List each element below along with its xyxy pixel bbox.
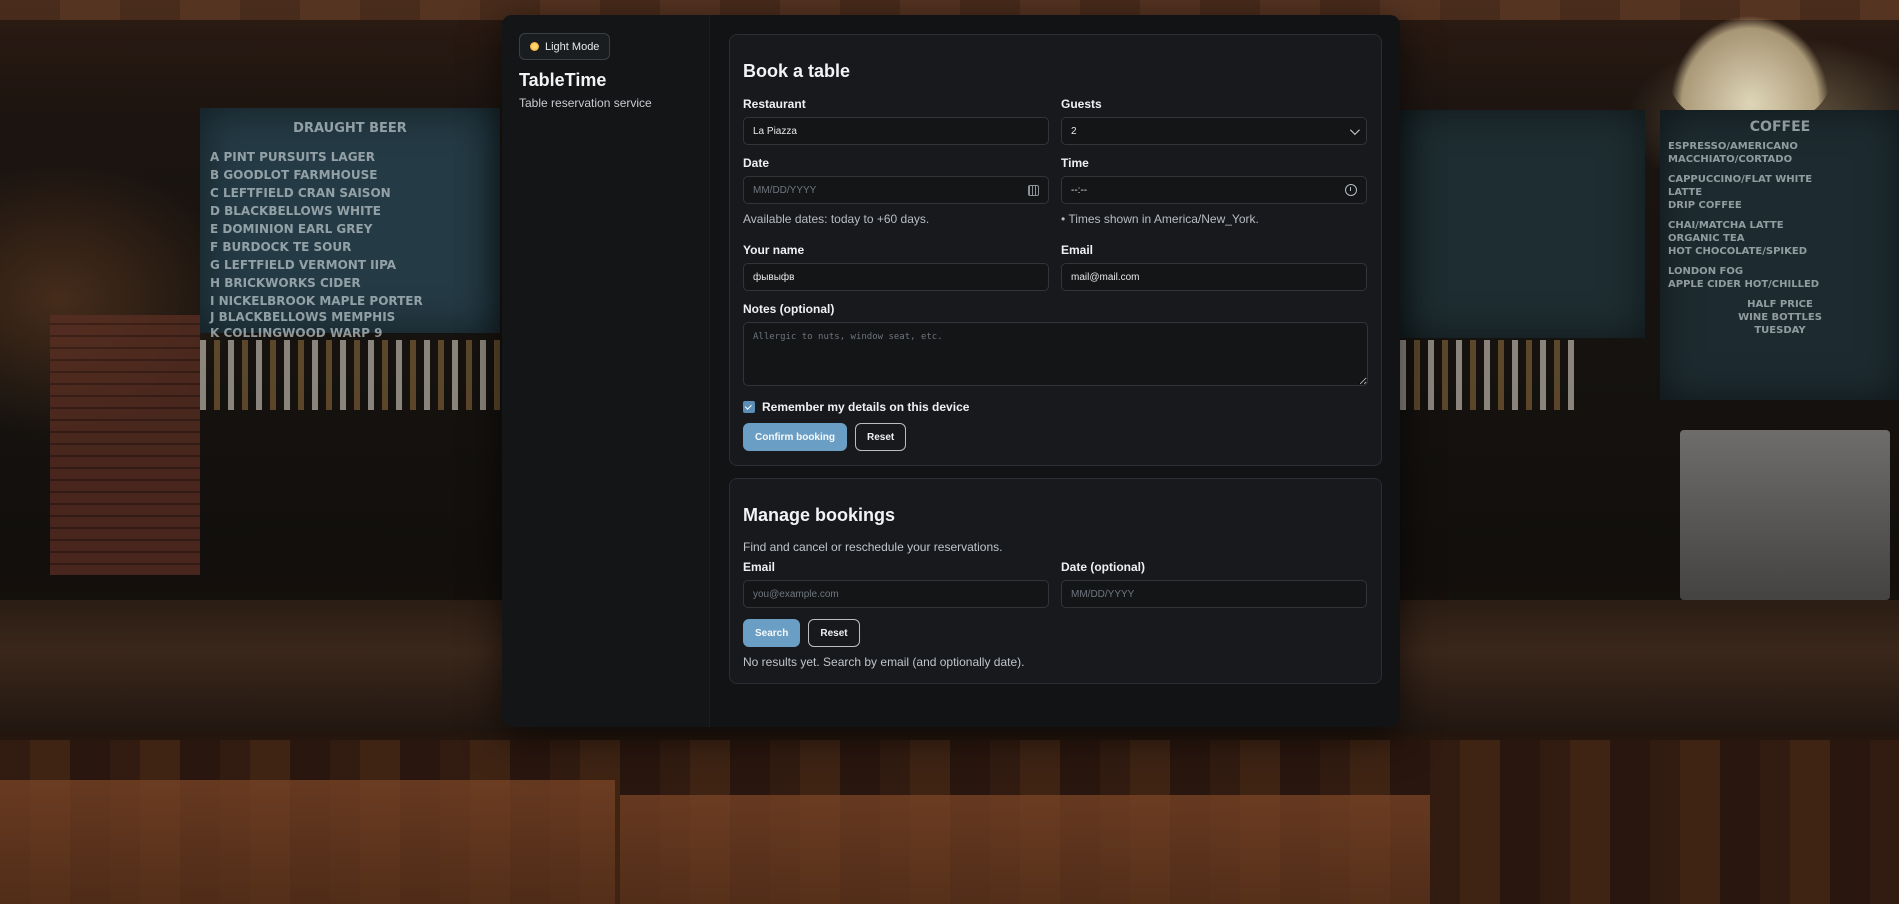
- time-input[interactable]: --:--: [1061, 176, 1367, 204]
- manage-actions: Search Reset: [743, 619, 1368, 647]
- bottle-shelf: [1400, 340, 1580, 410]
- chevron-down-icon: [1349, 124, 1360, 135]
- notes-textarea[interactable]: [743, 322, 1368, 386]
- coffee-board-title: COFFEE: [1749, 119, 1811, 135]
- sun-icon: [530, 42, 539, 51]
- coffee-board-line: MACCHIATO/CORTADO: [1668, 154, 1793, 165]
- coffee-board-line: CAPPUCCINO/FLAT WHITE: [1668, 174, 1813, 185]
- manage-email-placeholder: you@example.com: [753, 588, 839, 600]
- manage-bookings-card: Manage bookings Find and cancel or resch…: [729, 478, 1382, 684]
- beer-board-line: H BRICKWORKS CIDER: [210, 276, 361, 290]
- coffee-board-line: LATTE: [1668, 187, 1703, 198]
- coffee-menu-board: COFFEE ESPRESSO/AMERICANO MACCHIATO/CORT…: [1660, 110, 1899, 400]
- app-brand: TableTime: [519, 70, 607, 90]
- time-hint: • Times shown in America/New_York.: [1061, 212, 1259, 226]
- restaurant-field: Restaurant La Piazza: [743, 97, 1049, 145]
- email-input[interactable]: mail@mail.com: [1061, 263, 1367, 291]
- manage-bookings-title: Manage bookings: [743, 505, 896, 525]
- notes-field: Notes (optional): [743, 302, 1368, 386]
- manage-email-field: Email you@example.com: [743, 560, 1049, 608]
- time-label: Time: [1061, 156, 1089, 170]
- name-input[interactable]: фывыфв: [743, 263, 1049, 291]
- confirm-booking-button[interactable]: Confirm booking: [743, 423, 847, 451]
- email-label: Email: [1061, 243, 1094, 257]
- name-value: фывыфв: [753, 271, 795, 283]
- bottle-shelf: [200, 340, 500, 410]
- sidebar: Light Mode TableTime Table reservation s…: [502, 15, 710, 727]
- book-actions: Confirm booking Reset: [743, 423, 1368, 451]
- espresso-machine: [1680, 430, 1890, 600]
- beer-board-line: B GOODLOT FARMHOUSE: [210, 168, 378, 182]
- time-placeholder: --:--: [1071, 184, 1088, 196]
- email-value: mail@mail.com: [1071, 271, 1140, 283]
- manage-email-input[interactable]: you@example.com: [743, 580, 1049, 608]
- coffee-board-line: HALF PRICE: [1747, 299, 1813, 310]
- restaurant-label: Restaurant: [743, 97, 806, 111]
- restaurant-value: La Piazza: [753, 125, 797, 137]
- beer-board-line: A PINT PURSUITS LAGER: [210, 150, 375, 164]
- guests-value: 2: [1071, 125, 1077, 137]
- calendar-icon[interactable]: [1028, 184, 1039, 196]
- date-field: Date MM/DD/YYYY Available dates: today t…: [743, 156, 1049, 226]
- wood-plank: [0, 780, 615, 904]
- no-results-text: No results yet. Search by email (and opt…: [743, 655, 1025, 669]
- manage-date-label: Date (optional): [1061, 560, 1145, 574]
- guests-select[interactable]: 2: [1061, 117, 1367, 145]
- reset-booking-button[interactable]: Reset: [855, 423, 907, 451]
- remember-row[interactable]: Remember my details on this device: [743, 400, 1368, 414]
- coffee-board-line: WINE BOTTLES: [1738, 312, 1822, 323]
- name-field: Your name фывыфв: [743, 243, 1049, 291]
- guests-field: Guests 2: [1061, 97, 1367, 145]
- date-label: Date: [743, 156, 770, 170]
- manage-email-label: Email: [743, 560, 776, 574]
- date-hint: Available dates: today to +60 days.: [743, 212, 930, 226]
- notes-label: Notes (optional): [743, 302, 835, 316]
- brick-wall: [50, 315, 200, 575]
- manage-bookings-subtitle: Find and cancel or reschedule your reser…: [743, 540, 1003, 554]
- beer-board-line: G LEFTFIELD VERMONT IIPA: [210, 258, 397, 272]
- beer-board-line: C LEFTFIELD CRAN SAISON: [210, 186, 391, 200]
- date-placeholder: MM/DD/YYYY: [753, 184, 817, 196]
- remember-checkbox[interactable]: [743, 401, 755, 413]
- date-input[interactable]: MM/DD/YYYY: [743, 176, 1049, 204]
- reset-search-button[interactable]: Reset: [808, 619, 860, 647]
- coffee-board-line: ESPRESSO/AMERICANO: [1668, 141, 1798, 152]
- manage-date-input[interactable]: MM/DD/YYYY: [1061, 580, 1367, 608]
- manage-date-field: Date (optional) MM/DD/YYYY: [1061, 560, 1367, 608]
- coffee-board-line: TUESDAY: [1754, 325, 1806, 336]
- app-tagline: Table reservation service: [519, 96, 652, 110]
- coffee-board-line: APPLE CIDER HOT/CHILLED: [1668, 279, 1820, 290]
- beer-chalkboard: DRAUGHT BEER A PINT PURSUITS LAGER B GOO…: [200, 108, 500, 340]
- main-content: Book a table Restaurant La Piazza Guests…: [710, 15, 1400, 727]
- pendant-lamp: [1670, 15, 1830, 125]
- coffee-board-line: CHAI/MATCHA LATTE: [1668, 220, 1784, 231]
- beer-board-title: DRAUGHT BEER: [293, 121, 407, 136]
- light-mode-label: Light Mode: [545, 40, 600, 53]
- beer-board-line: E DOMINION EARL GREY: [210, 222, 373, 236]
- coffee-board-line: DRIP COFFEE: [1668, 200, 1742, 211]
- guests-label: Guests: [1061, 97, 1102, 111]
- book-table-title: Book a table: [743, 61, 851, 81]
- clock-icon[interactable]: [1345, 184, 1357, 196]
- offer-chalkboard: [1400, 110, 1645, 338]
- coffee-board-line: HOT CHOCOLATE/SPIKED: [1668, 246, 1807, 257]
- coffee-board-line: ORGANIC TEA: [1668, 233, 1745, 244]
- time-field: Time --:-- • Times shown in America/New_…: [1061, 156, 1367, 226]
- beer-board-line: D BLACKBELLOWS WHITE: [210, 204, 381, 218]
- search-button[interactable]: Search: [743, 619, 801, 647]
- coffee-board-line: LONDON FOG: [1668, 266, 1744, 277]
- email-field: Email mail@mail.com: [1061, 243, 1367, 291]
- remember-label[interactable]: Remember my details on this device: [762, 400, 969, 414]
- restaurant-input[interactable]: La Piazza: [743, 117, 1049, 145]
- book-table-card: Book a table Restaurant La Piazza Guests…: [729, 34, 1382, 466]
- light-mode-button[interactable]: Light Mode: [519, 33, 611, 60]
- beer-board-line: F BURDOCK TE SOUR: [210, 240, 352, 254]
- manage-date-placeholder: MM/DD/YYYY: [1071, 588, 1135, 600]
- app-window: Light Mode TableTime Table reservation s…: [502, 15, 1400, 727]
- name-label: Your name: [743, 243, 805, 257]
- wood-plank: [620, 795, 1430, 904]
